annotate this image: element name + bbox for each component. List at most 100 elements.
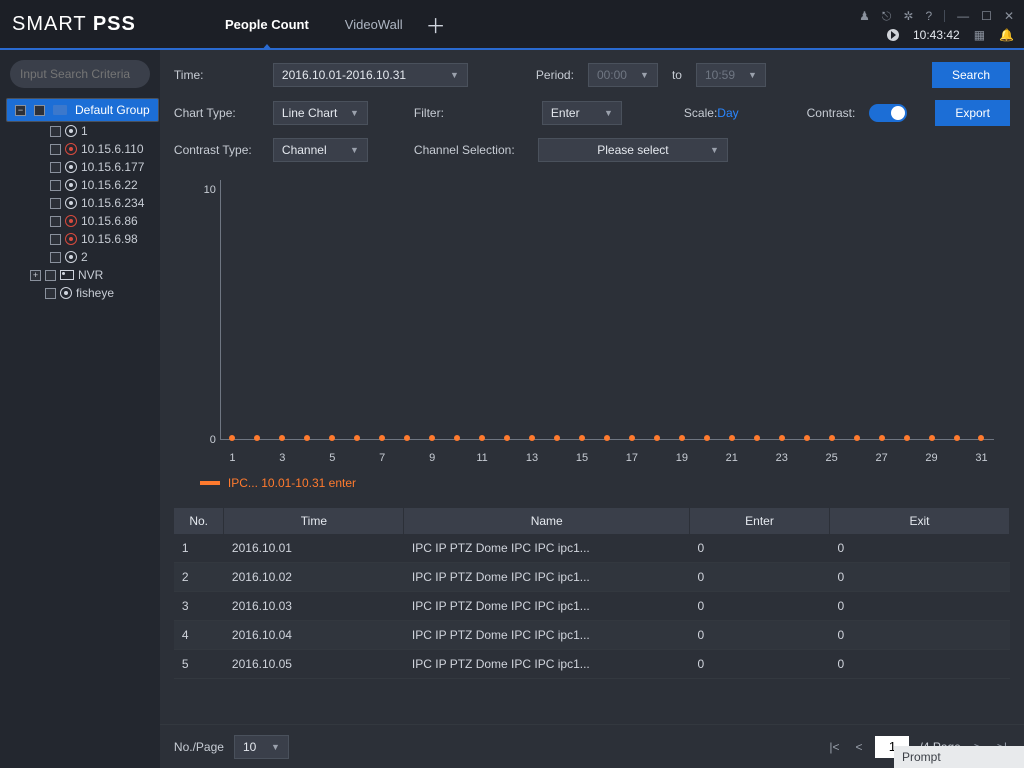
x-tick: [345, 452, 370, 464]
search-input[interactable]: [20, 67, 160, 81]
tree-label: 10.15.6.110: [81, 142, 144, 156]
prev-page-button[interactable]: <: [852, 740, 865, 754]
x-tick: 3: [270, 452, 295, 464]
period-from-select[interactable]: 00:00▼: [588, 63, 658, 87]
x-tick: [245, 452, 270, 464]
checkbox[interactable]: [50, 144, 61, 155]
checkbox[interactable]: [50, 198, 61, 209]
contrast-type-select[interactable]: Channel▼: [273, 138, 368, 162]
chart-area: 10 0 135791113151719212325272931 IPC... …: [160, 180, 1024, 494]
expand-icon[interactable]: +: [30, 270, 41, 281]
export-button[interactable]: Export: [935, 100, 1010, 126]
device-icon: [65, 215, 77, 227]
x-tick: 27: [869, 452, 894, 464]
tree-device[interactable]: 10.15.6.234: [46, 194, 154, 212]
tab-videowall[interactable]: VideoWall: [327, 0, 421, 49]
checkbox[interactable]: [50, 234, 61, 245]
close-icon[interactable]: ✕: [1004, 9, 1014, 23]
first-page-button[interactable]: |<: [826, 740, 842, 754]
tab-people-count[interactable]: People Count: [207, 0, 327, 49]
user-icon[interactable]: ♟: [859, 9, 870, 23]
x-tick: 7: [370, 452, 395, 464]
table-row[interactable]: 22016.10.02IPC IP PTZ Dome IPC IPC ipc1.…: [174, 563, 1010, 592]
table-row[interactable]: 12016.10.01IPC IP PTZ Dome IPC IPC ipc1.…: [174, 534, 1010, 563]
data-point: [869, 437, 894, 441]
select-value: 2016.10.01-2016.10.31: [282, 68, 406, 82]
result-table: No. Time Name Enter Exit 12016.10.01IPC …: [160, 494, 1024, 724]
cpu-icon[interactable]: ▦: [974, 28, 985, 42]
data-point: [744, 437, 769, 441]
period-to-select[interactable]: 10:59▼: [696, 63, 766, 87]
checkbox[interactable]: [50, 180, 61, 191]
gear-icon[interactable]: ✲: [903, 9, 913, 23]
tree-device[interactable]: 1: [46, 122, 154, 140]
x-tick: [644, 452, 669, 464]
tree-root[interactable]: − Default Group: [6, 98, 159, 122]
lock-icon[interactable]: ⎋: [882, 9, 892, 24]
data-point: [719, 437, 744, 441]
th-enter[interactable]: Enter: [690, 508, 830, 534]
th-name[interactable]: Name: [404, 508, 690, 534]
table-row[interactable]: 52016.10.05IPC IP PTZ Dome IPC IPC ipc1.…: [174, 650, 1010, 679]
channel-selection-select[interactable]: Please select▼: [538, 138, 728, 162]
cell-enter: 0: [690, 621, 830, 650]
help-icon[interactable]: ?: [925, 9, 932, 23]
checkbox[interactable]: [50, 216, 61, 227]
bell-icon[interactable]: 🔔: [999, 28, 1014, 42]
tree-device[interactable]: 10.15.6.177: [46, 158, 154, 176]
sidebar-search[interactable]: [10, 60, 150, 88]
prompt-bar[interactable]: Prompt: [894, 746, 1024, 768]
chart-type-select[interactable]: Line Chart▼: [273, 101, 368, 125]
tab-label: People Count: [225, 17, 309, 32]
device-sidebar: − Default Group 1 10.15.6.110 10.15.6.177 1…: [0, 50, 160, 768]
cell-time: 2016.10.03: [224, 592, 404, 621]
tree-nvr[interactable]: + NVR: [26, 266, 154, 284]
rows-per-page-select[interactable]: 10▼: [234, 735, 289, 759]
time-range-select[interactable]: 2016.10.01-2016.10.31▼: [273, 63, 468, 87]
tree-device[interactable]: 10.15.6.86: [46, 212, 154, 230]
device-icon: [65, 161, 77, 173]
header-status: 10:43:42 ▦ 🔔: [887, 28, 1014, 42]
tree-device[interactable]: 10.15.6.110: [46, 140, 154, 158]
checkbox[interactable]: [45, 270, 56, 281]
channel-selection-label: Channel Selection:: [414, 143, 524, 157]
x-tick: [495, 452, 520, 464]
checkbox[interactable]: [50, 252, 61, 263]
th-time[interactable]: Time: [224, 508, 404, 534]
tree-fisheye[interactable]: fisheye: [26, 284, 154, 302]
data-point: [644, 437, 669, 441]
tree-device[interactable]: 10.15.6.22: [46, 176, 154, 194]
collapse-icon[interactable]: −: [15, 105, 26, 116]
clock-icon: [887, 29, 899, 41]
tree-device[interactable]: 10.15.6.98: [46, 230, 154, 248]
data-point: [270, 437, 295, 441]
add-tab-button[interactable]: ＋: [421, 10, 451, 39]
table-row[interactable]: 32016.10.03IPC IP PTZ Dome IPC IPC ipc1.…: [174, 592, 1010, 621]
data-point: [320, 437, 345, 441]
tree-label: 10.15.6.22: [81, 178, 138, 192]
filter-select[interactable]: Enter▼: [542, 101, 622, 125]
device-tree: − Default Group 110.15.6.11010.15.6.1771…: [6, 98, 154, 302]
cell-exit: 0: [830, 563, 1010, 592]
y-tick: 10: [190, 184, 216, 196]
contrast-label: Contrast:: [807, 106, 856, 120]
table-row[interactable]: 42016.10.04IPC IP PTZ Dome IPC IPC ipc1.…: [174, 621, 1010, 650]
checkbox[interactable]: [34, 105, 45, 116]
x-tick: 31: [969, 452, 994, 464]
device-icon: [65, 125, 77, 137]
minimize-icon[interactable]: —: [957, 9, 969, 23]
search-button[interactable]: Search: [932, 62, 1010, 88]
x-tick: 17: [619, 452, 644, 464]
contrast-toggle[interactable]: [869, 104, 907, 122]
x-tick: 9: [420, 452, 445, 464]
cell-enter: 0: [690, 534, 830, 563]
maximize-icon[interactable]: ☐: [981, 9, 992, 23]
checkbox[interactable]: [50, 162, 61, 173]
tree-device[interactable]: 2: [46, 248, 154, 266]
th-exit[interactable]: Exit: [830, 508, 1010, 534]
th-no[interactable]: No.: [174, 508, 224, 534]
checkbox[interactable]: [50, 126, 61, 137]
checkbox[interactable]: [45, 288, 56, 299]
x-tick: [594, 452, 619, 464]
text: Scale:: [684, 106, 717, 120]
